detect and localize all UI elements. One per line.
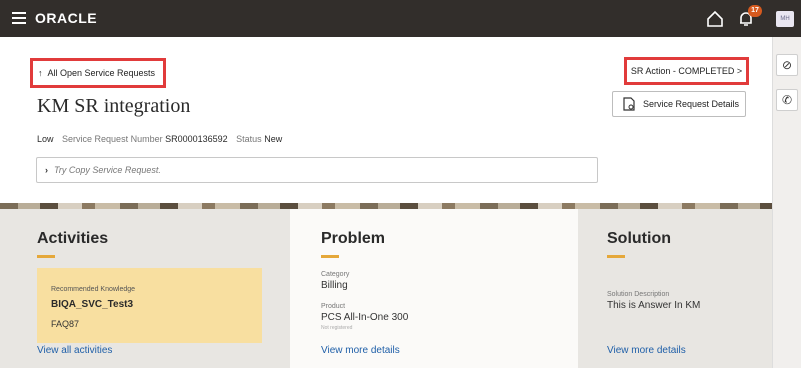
- arrow-up-icon: ↑: [38, 68, 43, 78]
- avatar[interactable]: MH: [776, 11, 794, 27]
- page-title: KM SR integration: [37, 95, 191, 117]
- solution-desc-value: This is Answer In KM: [607, 300, 701, 311]
- back-link-label: All Open Service Requests: [47, 68, 156, 78]
- product-label: Product: [321, 303, 346, 310]
- solution-desc-label: Solution Description: [607, 291, 670, 298]
- number-value: SR0000136592: [165, 134, 228, 144]
- severity-value: Low: [37, 134, 54, 144]
- side-rail: ⊘ ✆: [772, 37, 801, 368]
- solution-view-more-link[interactable]: View more details: [607, 345, 686, 356]
- details-button-label: Service Request Details: [643, 99, 740, 109]
- title-underline: [321, 255, 339, 258]
- phone-off-icon[interactable]: ✆: [776, 89, 798, 111]
- title-underline: [607, 255, 625, 258]
- copy-placeholder: Try Copy Service Request.: [54, 165, 161, 175]
- chevron-right-icon: ›: [45, 165, 48, 175]
- home-icon[interactable]: [706, 10, 724, 28]
- solution-title: Solution: [607, 230, 671, 247]
- notification-badge: 17: [748, 5, 762, 17]
- activities-panel: Activities Recommended Knowledge BIQA_SV…: [0, 209, 290, 368]
- card-name: BIQA_SVC_Test3: [51, 299, 134, 310]
- solution-panel: Solution Solution Description This is An…: [578, 209, 772, 368]
- menu-icon[interactable]: [12, 12, 26, 24]
- status-label: Status: [236, 134, 262, 144]
- view-all-activities-link[interactable]: View all activities: [37, 345, 112, 356]
- recommended-knowledge-card[interactable]: Recommended Knowledge BIQA_SVC_Test3 FAQ…: [37, 268, 262, 343]
- sr-action-button[interactable]: SR Action - COMPLETED >: [624, 57, 749, 85]
- copy-request-input[interactable]: › Try Copy Service Request.: [36, 157, 598, 183]
- problem-panel: Problem Category Billing Product PCS All…: [290, 209, 578, 368]
- product-value: PCS All-In-One 300: [321, 312, 409, 323]
- request-meta: Low Service Request Number SR0000136592 …: [37, 134, 282, 144]
- problem-title: Problem: [321, 230, 386, 247]
- status-value: New: [264, 134, 283, 144]
- card-caption: Recommended Knowledge: [51, 286, 136, 293]
- product-subtext: Not registered: [321, 325, 353, 331]
- oracle-logo[interactable]: ORACLE: [35, 10, 97, 26]
- number-label: Service Request Number: [62, 134, 163, 144]
- back-to-open-requests-link[interactable]: ↑ All Open Service Requests: [30, 58, 166, 88]
- cancel-icon[interactable]: ⊘: [776, 54, 798, 76]
- title-underline: [37, 255, 55, 258]
- category-value: Billing: [321, 280, 348, 291]
- activities-title: Activities: [37, 230, 109, 247]
- document-icon: [623, 97, 635, 111]
- service-request-details-button[interactable]: Service Request Details: [612, 91, 746, 117]
- top-bar: ORACLE 17 MH: [0, 0, 801, 37]
- card-id: FAQ87: [51, 319, 80, 329]
- category-label: Category: [321, 271, 350, 278]
- problem-view-more-link[interactable]: View more details: [321, 345, 400, 356]
